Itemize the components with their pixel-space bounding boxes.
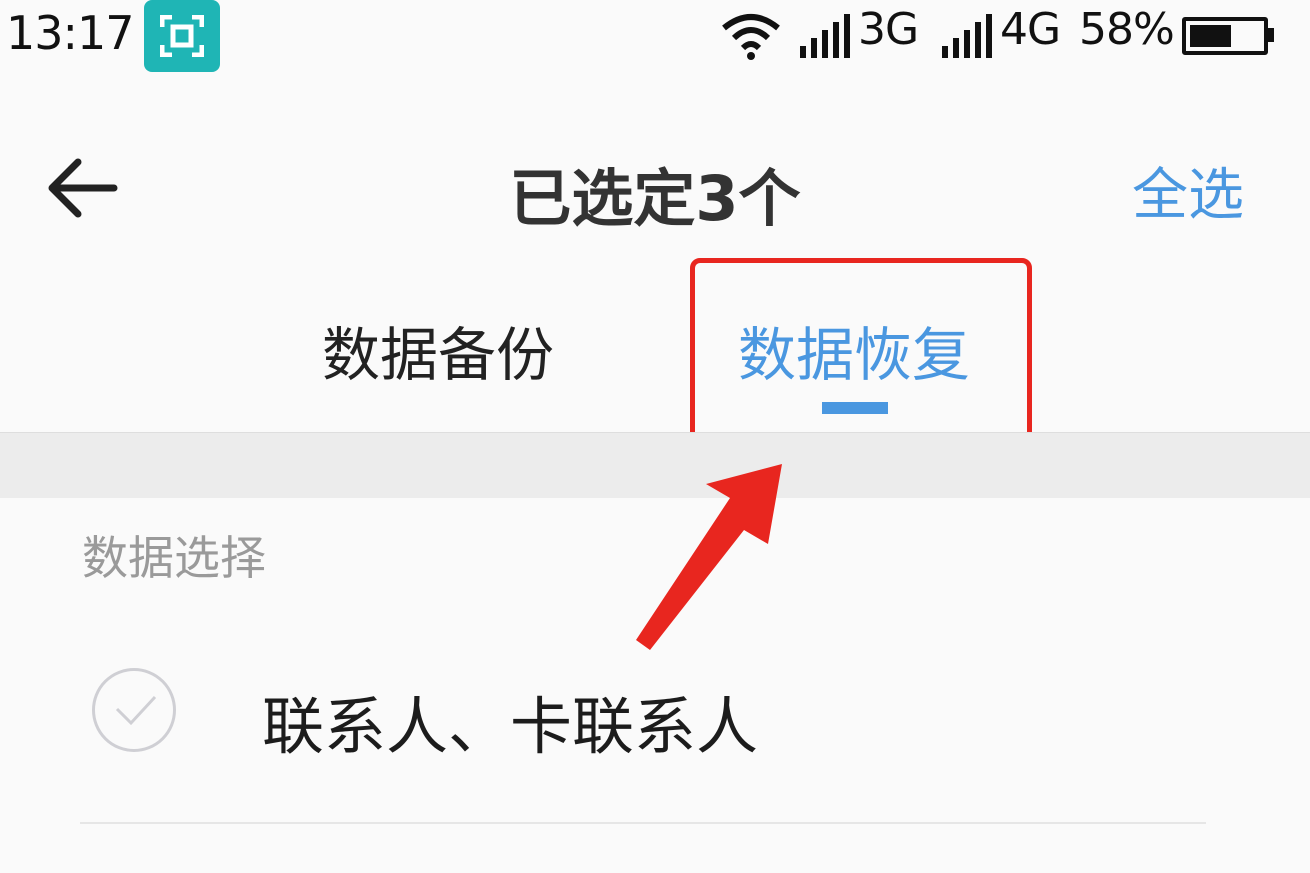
annotation-arrow-icon: [636, 464, 782, 650]
